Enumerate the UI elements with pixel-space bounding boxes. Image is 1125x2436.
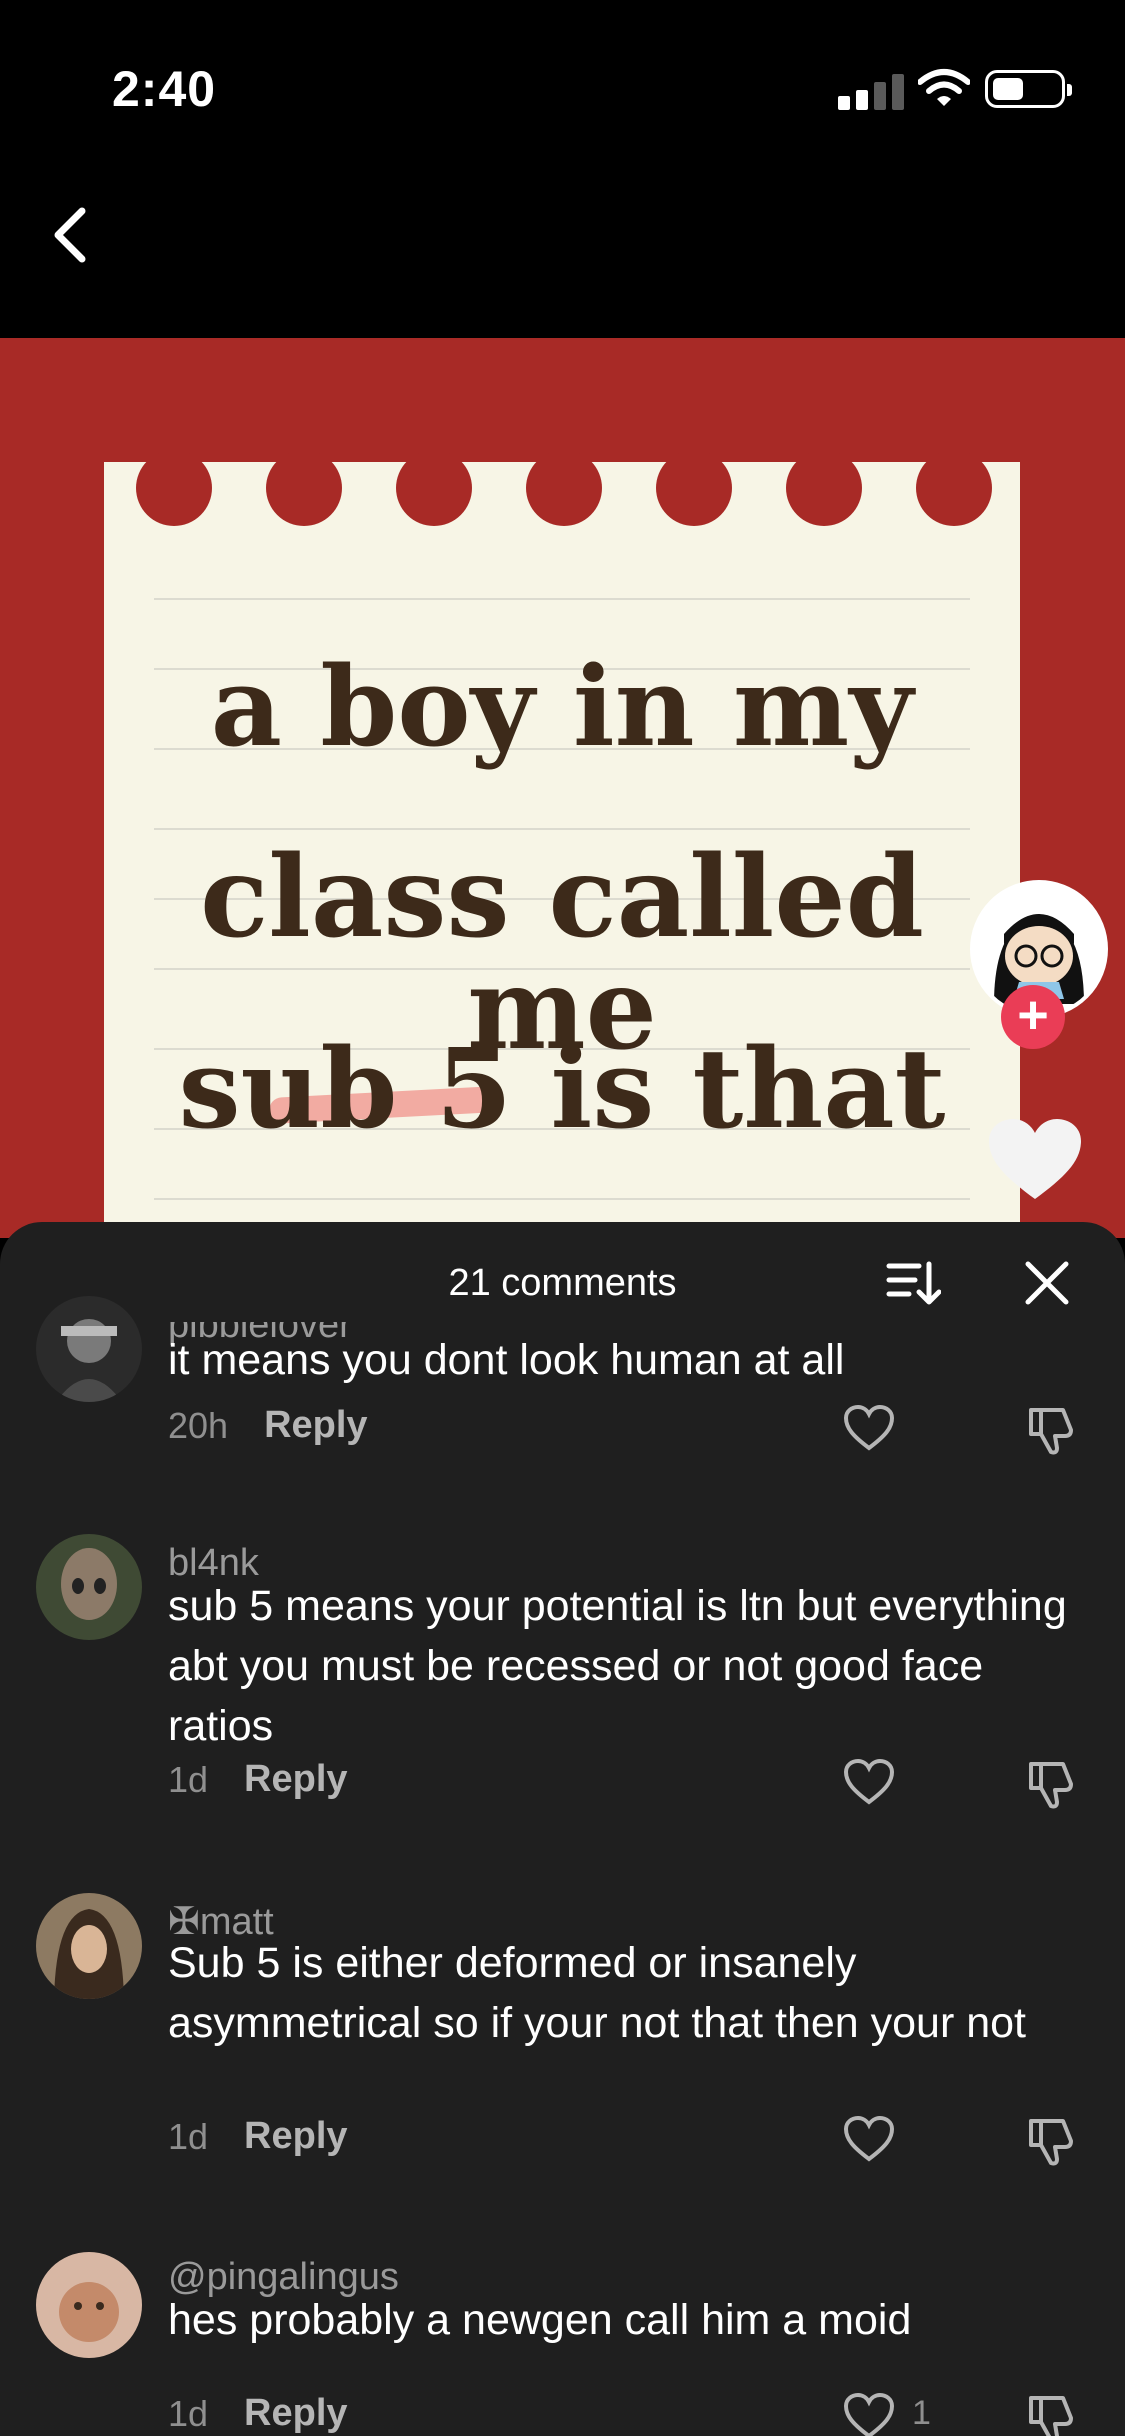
wifi-icon <box>918 69 970 106</box>
comment-dislike-icon[interactable] <box>1025 1404 1079 1456</box>
battery-icon <box>985 70 1072 108</box>
reply-button[interactable]: Reply <box>244 2392 347 2435</box>
comment-like-count: 1 <box>912 2394 931 2432</box>
avatar[interactable] <box>36 1893 142 1999</box>
comment-text: Sub 5 is either deformed or insanely asy… <box>168 1939 1027 2047</box>
comment-like-icon[interactable] <box>843 2392 895 2436</box>
comment-meta: 20h Reply <box>168 1404 368 1447</box>
comment-time: 20h <box>168 1404 229 1446</box>
close-icon[interactable] <box>1022 1258 1072 1308</box>
comments-count-title: 21 comments <box>448 1262 677 1304</box>
comment-meta: 1d Reply <box>168 2115 348 2158</box>
comment-meta: 1d Reply <box>168 1758 348 1801</box>
overlay-line-1: a boy in my <box>210 642 914 771</box>
avatar[interactable] <box>36 2252 142 2358</box>
reply-button[interactable]: Reply <box>244 2115 347 2158</box>
overlay-line-3: sub 5 is that <box>178 1024 946 1153</box>
comments-sheet: 21 comments pibbielover it means you don… <box>0 1222 1125 2436</box>
comment-like-icon[interactable] <box>843 2115 895 2163</box>
comment-like-icon[interactable] <box>843 1404 895 1452</box>
comment-like-icon[interactable] <box>843 1758 895 1806</box>
cellular-signal-icon <box>838 70 904 110</box>
comment-text: sub 5 means your potential is ltn but ev… <box>168 1582 1067 1750</box>
status-time: 2:40 <box>112 61 217 117</box>
follow-plus-button[interactable]: + <box>1001 985 1065 1049</box>
comment-text: it means you dont look human at all <box>168 1336 845 1384</box>
back-chevron-icon[interactable] <box>40 190 100 280</box>
comment-text: hes probably a newgen call him a moid <box>168 2296 912 2344</box>
comment-dislike-icon[interactable] <box>1025 2115 1079 2167</box>
comment-time: 1d <box>168 2115 209 2157</box>
reply-button[interactable]: Reply <box>244 1758 347 1801</box>
notepad-image: a boy in my class called me sub 5 is tha… <box>104 450 1020 1238</box>
comment-dislike-icon[interactable] <box>1025 2392 1079 2436</box>
reply-button[interactable]: Reply <box>264 1404 367 1447</box>
comment-meta: 1d Reply <box>168 2392 348 2435</box>
avatar[interactable] <box>36 1534 142 1640</box>
top-nav <box>0 170 1125 338</box>
sort-icon[interactable] <box>885 1258 941 1308</box>
video-player[interactable]: a boy in my class called me sub 5 is tha… <box>0 338 1125 1238</box>
comment-time: 1d <box>168 1758 209 1800</box>
status-bar: 2:40 <box>0 0 1125 170</box>
avatar[interactable] <box>36 1296 142 1402</box>
comment-time: 1d <box>168 2392 209 2434</box>
comment-dislike-icon[interactable] <box>1025 1758 1079 1810</box>
like-heart-icon[interactable] <box>985 1115 1085 1205</box>
